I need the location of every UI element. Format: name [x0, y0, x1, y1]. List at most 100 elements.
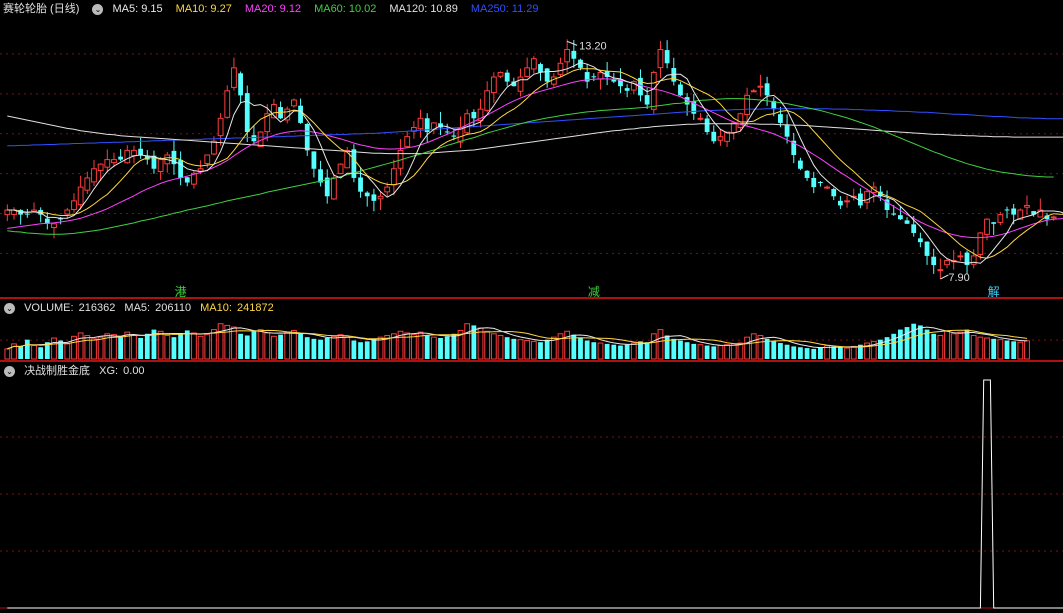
candle-body: [1024, 204, 1030, 208]
indicator-header: ⌄ 决战制胜金底 XG: 0.00: [0, 362, 151, 380]
candle-body: [464, 113, 471, 134]
volume-bar: [924, 329, 930, 359]
ma-legend-item: MA250: 11.29: [471, 3, 545, 15]
ma-legend-value: 10.02: [348, 3, 377, 15]
candle-body: [664, 50, 670, 64]
candle-body: [291, 99, 297, 107]
volume-bar: [197, 335, 204, 360]
indicator-panel: ⌄ 决战制胜金底 XG: 0.00: [0, 362, 1063, 613]
volume-bar: [1011, 341, 1017, 359]
volume-bar: [717, 345, 724, 360]
volume-bar: [84, 334, 91, 360]
xg-value: 0.00: [123, 365, 145, 377]
candle-body: [704, 118, 710, 133]
candle-body: [251, 135, 257, 142]
volume-bar: [664, 335, 670, 359]
candle-body: [657, 49, 664, 69]
volume-bar: [557, 333, 564, 360]
ma-legend-label: MA20:: [244, 3, 277, 15]
candle-body: [991, 222, 997, 224]
ma-legend-value: 9.15: [141, 3, 163, 15]
volume-bar: [618, 345, 623, 359]
volume-bar: [144, 333, 150, 359]
ma-legend-label: MA250:: [470, 3, 509, 15]
volume-bar: [997, 339, 1004, 360]
candle-body: [744, 94, 750, 115]
candle-body: [124, 149, 131, 164]
candle-body: [838, 200, 843, 206]
collapse-icon[interactable]: ⌄: [4, 302, 15, 314]
candle-body: [764, 83, 770, 96]
candle-body: [730, 122, 737, 134]
candle-body: [344, 149, 351, 169]
volume-bar: [91, 338, 97, 360]
candle-body: [384, 186, 391, 193]
volume-bar: [244, 335, 250, 359]
candle-body: [138, 148, 144, 155]
volume-bar: [484, 330, 491, 360]
candle-body: [624, 88, 630, 91]
volume-bar: [138, 338, 144, 359]
volume-bar: [750, 333, 757, 360]
collapse-icon[interactable]: ⌄: [92, 3, 104, 15]
candle-body: [944, 259, 950, 266]
candle-body: [997, 214, 1004, 223]
candle-body: [231, 67, 237, 88]
volume-bar: [77, 332, 84, 360]
price-chart: 13.207.90港减解财: [0, 39, 1063, 298]
volume-bar: [897, 329, 903, 359]
volume-bar: [578, 338, 583, 359]
candle-body: [984, 218, 990, 235]
volume-bar: [730, 343, 737, 360]
volume-bar: [364, 341, 370, 359]
candle-body: [904, 220, 910, 224]
volume-bar: [264, 332, 271, 360]
collapse-icon[interactable]: ⌄: [4, 365, 15, 377]
candle-body: [757, 85, 764, 88]
volume-bar: [497, 334, 504, 360]
volume-bar: [931, 333, 937, 359]
volume-bar: [371, 338, 377, 359]
candle-body: [330, 177, 337, 200]
volume-bar: [430, 336, 437, 360]
volume-bar: [678, 340, 683, 359]
candle-body: [1050, 216, 1057, 219]
candle-body: [51, 223, 57, 229]
candle-body: [750, 90, 757, 93]
volume-bar: [511, 338, 517, 359]
volume-bar: [118, 336, 124, 359]
stock-title: 赛轮轮胎 (日线): [3, 3, 80, 15]
volume-bar: [517, 339, 524, 360]
ma-legend-item: MA20: 9.12: [245, 3, 307, 15]
candle-body: [824, 186, 830, 189]
candle-body: [444, 131, 450, 133]
candle-body: [118, 156, 124, 160]
price-panel: 13.207.90港减解财 赛轮轮胎 (日线) ⌄ MA5:9.15MA10:9…: [0, 0, 1063, 298]
volume-bar: [111, 334, 117, 360]
volume-bar: [584, 340, 590, 359]
volume-bar: [737, 342, 744, 360]
volume-bar: [911, 323, 917, 359]
candle-body: [111, 159, 117, 164]
volume-bar: [544, 339, 550, 359]
volume-bar: [904, 327, 910, 359]
volume-bar: [324, 338, 330, 359]
volume-bar: [51, 337, 57, 360]
price-header: 赛轮轮胎 (日线) ⌄ MA5: 9.15 MA10: 9.27 MA20: 9.12 MA…: [0, 0, 557, 18]
candle-body: [911, 224, 917, 233]
volume-label: VOLUME:: [24, 302, 74, 314]
volume-bar: [444, 336, 450, 359]
ma-legend-item: MA120: 10.89: [389, 3, 463, 15]
volume-bar: [684, 342, 690, 359]
indicator-name: 决战制胜金底: [24, 365, 91, 377]
candle-body: [484, 90, 491, 111]
candle-body: [597, 71, 604, 80]
volume-bar: [330, 335, 337, 360]
candle-body: [337, 163, 344, 175]
volume-bar: [671, 338, 677, 359]
volume-bar: [1017, 341, 1024, 360]
volume-bar: [97, 336, 104, 360]
volume-bar: [604, 343, 610, 359]
candle-body: [917, 238, 923, 243]
candle-body: [544, 68, 550, 82]
